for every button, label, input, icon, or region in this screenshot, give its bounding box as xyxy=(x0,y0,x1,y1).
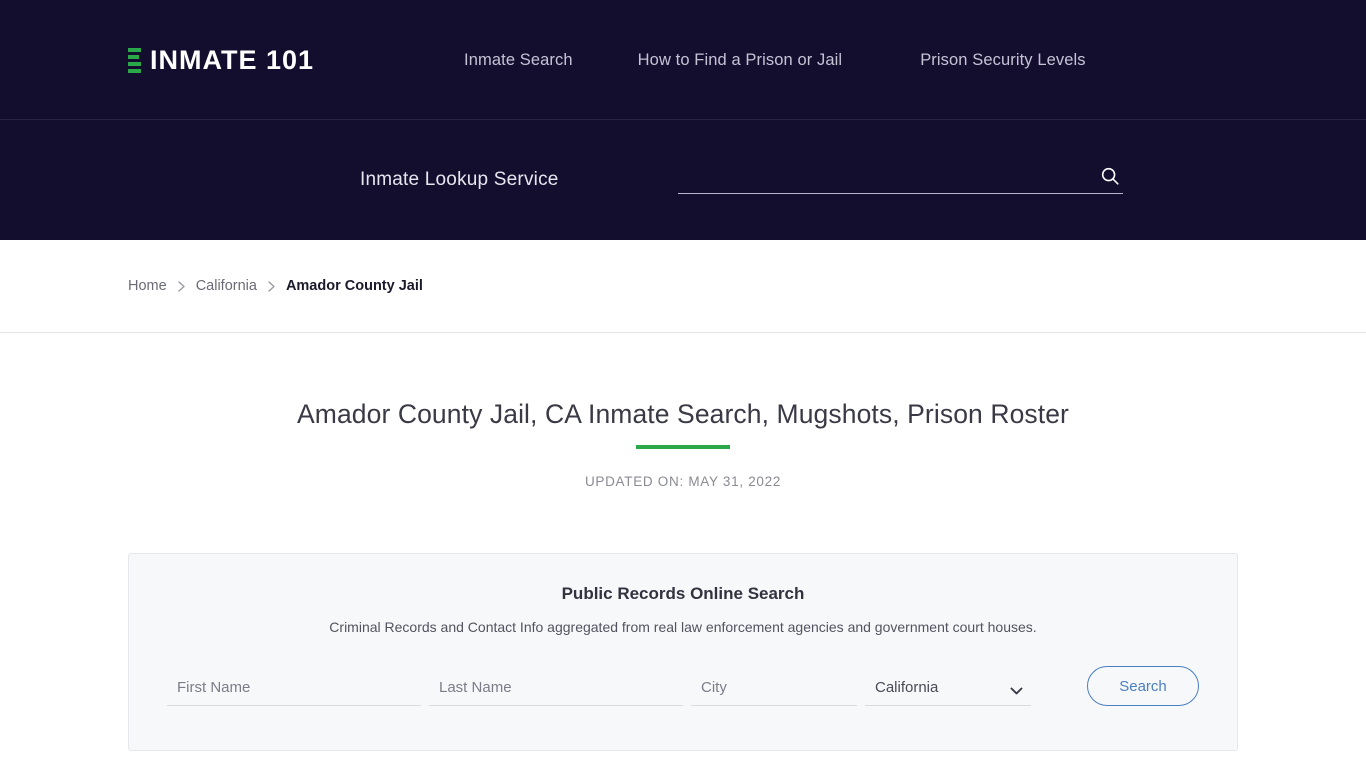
magnifier-icon xyxy=(1101,167,1119,185)
city-field xyxy=(691,679,857,706)
state-field: California xyxy=(865,679,1031,706)
card-title: Public Records Online Search xyxy=(561,584,805,603)
lookup-service-label: Inmate Lookup Service xyxy=(360,169,559,190)
header-search-input[interactable] xyxy=(677,166,1123,194)
header-search-button[interactable] xyxy=(1099,165,1121,187)
page-title: Amador County Jail, CA Inmate Search, Mu… xyxy=(297,399,1069,429)
header-search-field xyxy=(677,165,1123,194)
updated-date: UPDATED ON: MAY 31, 2022 xyxy=(584,474,782,489)
state-select[interactable]: California xyxy=(865,679,1031,706)
breadcrumb: Home California Amador County Jail xyxy=(128,278,423,294)
site-logo[interactable]: INMATE 101 xyxy=(128,45,314,76)
first-name-input[interactable] xyxy=(167,679,421,706)
last-name-input[interactable] xyxy=(429,679,683,706)
nav-item-security-levels[interactable]: Prison Security Levels xyxy=(920,51,1085,70)
brand-name: INMATE 101 xyxy=(150,44,315,75)
breadcrumb-bar: Home California Amador County Jail xyxy=(0,240,1366,333)
title-accent-rule xyxy=(636,445,730,449)
main-navigation: Inmate Search How to Find a Prison or Ja… xyxy=(464,51,1086,70)
records-search-form: California Search xyxy=(167,666,1199,706)
city-input[interactable] xyxy=(691,679,857,706)
lookup-bar: Inmate Lookup Service xyxy=(0,120,1366,240)
stacked-bars-icon xyxy=(128,47,141,73)
chevron-right-icon xyxy=(176,280,187,293)
chevron-right-icon xyxy=(266,280,277,293)
breadcrumb-item-california[interactable]: California xyxy=(196,278,257,294)
page-title-block: Amador County Jail, CA Inmate Search, Mu… xyxy=(0,333,1366,489)
last-name-field xyxy=(429,679,683,706)
card-subtitle: Criminal Records and Contact Info aggreg… xyxy=(329,619,1037,635)
public-records-card: Public Records Online Search Criminal Re… xyxy=(128,553,1238,751)
nav-item-inmate-search[interactable]: Inmate Search xyxy=(464,51,573,70)
breadcrumb-item-home[interactable]: Home xyxy=(128,278,167,294)
nav-item-how-to-find[interactable]: How to Find a Prison or Jail xyxy=(638,51,843,70)
site-header: INMATE 101 Inmate Search How to Find a P… xyxy=(0,0,1366,120)
first-name-field xyxy=(167,679,421,706)
breadcrumb-item-current: Amador County Jail xyxy=(285,278,423,294)
records-search-button[interactable]: Search xyxy=(1087,666,1199,706)
